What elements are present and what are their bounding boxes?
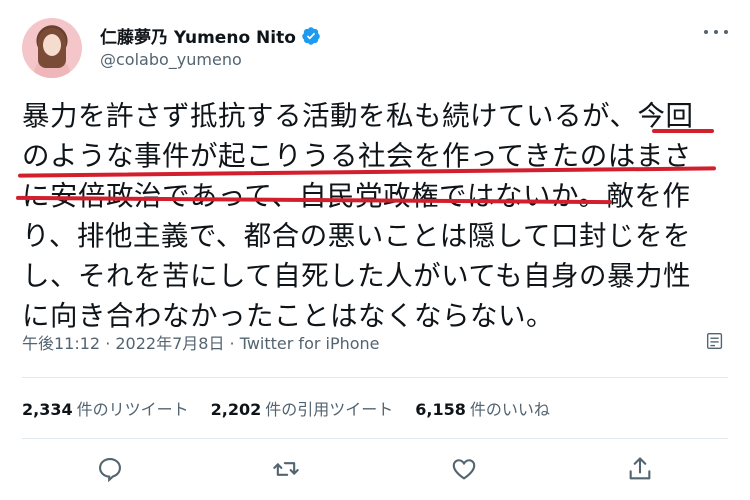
- avatar[interactable]: [22, 18, 82, 78]
- tweet-meta: 午後11:12 · 2022年7月8日 · Twitter for iPhone: [22, 330, 380, 354]
- retweets-label: 件のリツイート: [76, 400, 189, 419]
- likes-stat[interactable]: 6,158 件のいいね: [415, 396, 550, 420]
- tweet-timestamp[interactable]: 午後11:12 · 2022年7月8日: [22, 334, 224, 353]
- tweet-text: 暴力を許さず抵抗する活動を私も続けているが、今回 のような事件が起こりうる社会を…: [22, 96, 728, 336]
- display-name[interactable]: 仁藤夢乃 Yumeno Nito: [100, 23, 296, 48]
- quotes-label: 件の引用ツイート: [265, 400, 394, 419]
- user-handle[interactable]: @colabo_yumeno: [100, 50, 242, 69]
- like-icon[interactable]: [450, 455, 478, 483]
- tweet-line: し、それを苦にして自死した人がいても自身の暴力性: [22, 260, 691, 292]
- tweet-header: 仁藤夢乃 Yumeno Nito @colabo_yumeno: [22, 14, 732, 84]
- retweet-icon[interactable]: [272, 455, 300, 483]
- tweet-stats: 2,334 件のリツイート 2,202 件の引用ツイート 6,158 件のいいね: [22, 396, 572, 420]
- divider: [22, 377, 728, 378]
- action-bar: [96, 455, 661, 485]
- reply-icon[interactable]: [96, 455, 124, 483]
- tweet-line: 暴力を許さず抵抗する活動を私も続けているが、今回: [22, 100, 694, 132]
- likes-label: 件のいいね: [469, 400, 550, 419]
- verified-badge-icon: [302, 26, 320, 45]
- name-row[interactable]: 仁藤夢乃 Yumeno Nito: [100, 23, 321, 48]
- divider: [22, 438, 728, 439]
- tweet-line: り、排他主義で、都合の悪いことは隠して口封じをを: [22, 220, 691, 252]
- tweet-source[interactable]: Twitter for iPhone: [240, 334, 380, 353]
- quotes-count: 2,202: [210, 400, 262, 419]
- red-underline: [652, 129, 714, 133]
- quotes-stat[interactable]: 2,202 件の引用ツイート: [211, 396, 394, 420]
- meta-separator: ·: [224, 334, 240, 353]
- more-icon[interactable]: [704, 22, 728, 42]
- retweets-count: 2,334: [22, 400, 73, 419]
- share-icon[interactable]: [626, 455, 654, 483]
- retweets-stat[interactable]: 2,334 件のリツイート: [22, 396, 189, 420]
- likes-count: 6,158: [415, 400, 466, 419]
- analytics-icon[interactable]: [704, 330, 726, 352]
